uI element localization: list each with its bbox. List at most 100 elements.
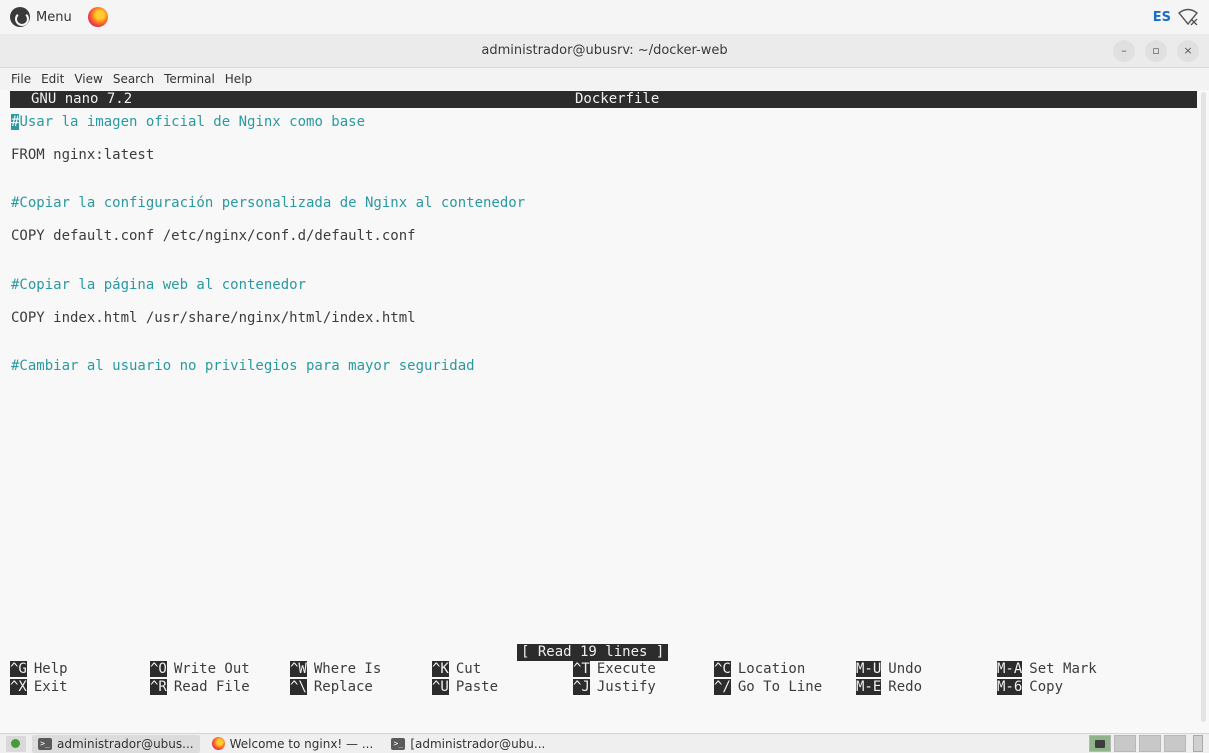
workspace-3[interactable] — [1139, 735, 1161, 752]
editor-line-text: #Copiar la configuración personalizada d… — [11, 195, 526, 212]
shortcut-key: ^O — [150, 661, 167, 677]
editor-comment-line: #Copiar la página web al contenedor — [11, 272, 1196, 305]
shortcut-key: ^C — [714, 661, 731, 677]
shortcut-key: M-U — [856, 661, 882, 677]
shortcut-label: Where Is — [313, 661, 382, 677]
shortcut-set-mark[interactable]: M-A Set Mark — [997, 661, 1097, 678]
shortcut-label: Location — [737, 661, 806, 677]
system-tray: ES — [1153, 0, 1199, 34]
shortcut-key: M-6 — [997, 678, 1023, 695]
terminal-area[interactable]: GNU nano 7.2 Dockerfile #Usar la imagen … — [0, 90, 1209, 733]
editor-line-text: #Usar la imagen oficial de Nginx como ba… — [11, 114, 366, 130]
shortcut-paste[interactable]: ^U Paste — [432, 678, 499, 696]
shortcut-write-out[interactable]: ^O Write Out — [150, 661, 250, 678]
keyboard-layout-indicator[interactable]: ES — [1153, 10, 1171, 25]
shortcut-key: ^K — [432, 661, 449, 677]
window-titlebar[interactable]: administrador@ubusrv: ~/docker-web – ▫ × — [0, 34, 1209, 68]
nano-shortcut-bar: ^G Help ^O Write Out ^W Where Is ^K Cut ^T Execut… — [10, 661, 1197, 697]
editor-code-line: COPY index.html /usr/share/nginx/html/in… — [11, 305, 1196, 338]
menu-label: Menu — [36, 9, 72, 25]
shortcut-label: Set Mark — [1029, 661, 1097, 677]
shortcut-label: Justify — [596, 678, 656, 695]
nano-version: GNU nano 7.2 — [31, 91, 133, 107]
editor-comment-line: #Cambiar al usuario no privilegios para … — [11, 353, 1196, 386]
workspace-4[interactable] — [1164, 735, 1186, 752]
shortcut-label: Paste — [455, 678, 499, 695]
menu-help[interactable]: Help — [225, 72, 252, 86]
network-icon[interactable] — [1177, 8, 1199, 26]
editor-comment-line: #Copiar la configuración personalizada d… — [11, 190, 1196, 223]
shortcut-key: M-E — [856, 678, 882, 695]
taskbar: >_ administrador@ubus... Welcome to ngin… — [0, 733, 1209, 753]
shortcut-exit[interactable]: ^X Exit — [10, 678, 68, 696]
shortcut-key: M-A — [997, 661, 1023, 677]
shortcut-label: Write Out — [173, 661, 250, 677]
menu-search[interactable]: Search — [113, 72, 154, 86]
taskbar-item-firefox[interactable]: Welcome to nginx! — ... — [206, 735, 380, 753]
terminal-icon: >_ — [391, 737, 406, 750]
menu-file[interactable]: File — [11, 72, 31, 86]
taskbar-item-terminal-1[interactable]: >_ administrador@ubus... — [32, 734, 200, 753]
shortcut-key: ^U — [432, 678, 449, 695]
maximize-button[interactable]: ▫ — [1145, 40, 1167, 62]
nano-filename: Dockerfile — [575, 91, 660, 107]
shortcut-key: ^G — [10, 661, 27, 677]
text-cursor: # — [11, 114, 20, 130]
shortcut-label: Cut — [455, 661, 482, 677]
shortcut-key: ^\ — [290, 678, 307, 695]
taskbar-item-label: Welcome to nginx! — ... — [229, 736, 374, 751]
menu-view[interactable]: View — [74, 72, 102, 86]
shortcut-label: Execute — [596, 661, 656, 677]
editor-line-text: FROM nginx:latest — [11, 146, 155, 163]
shortcut-label: Replace — [313, 678, 373, 695]
terminal-scrollbar[interactable] — [1201, 92, 1206, 722]
close-button[interactable]: × — [1177, 40, 1199, 62]
editor-line-text: #Copiar la página web al contenedor — [11, 276, 307, 293]
window-title: administrador@ubusrv: ~/docker-web — [481, 43, 728, 58]
window-controls: – ▫ × — [1113, 40, 1199, 62]
editor-line-text: #Cambiar al usuario no privilegios para … — [11, 358, 475, 375]
editor-line-text: COPY default.conf /etc/nginx/conf.d/defa… — [11, 228, 416, 245]
shortcut-location[interactable]: ^C Location — [714, 661, 805, 678]
shortcut-label: Read File — [173, 678, 250, 695]
minimize-button[interactable]: – — [1113, 40, 1135, 62]
trash-icon[interactable] — [1193, 735, 1203, 752]
firefox-icon — [211, 737, 225, 750]
shortcut-redo[interactable]: M-E Redo — [856, 678, 922, 696]
menu-terminal[interactable]: Terminal — [164, 72, 215, 86]
editor-blank-line — [11, 337, 1196, 353]
shortcut-undo[interactable]: M-U Undo — [856, 661, 922, 678]
editor-code-line: COPY default.conf /etc/nginx/conf.d/defa… — [11, 223, 1196, 256]
taskbar-menu-icon[interactable] — [6, 735, 26, 752]
shortcut-cut[interactable]: ^K Cut — [432, 661, 481, 678]
shortcut-execute[interactable]: ^T Execute — [573, 661, 656, 678]
shortcut-replace[interactable]: ^\ Replace — [290, 678, 373, 696]
nano-title-bar: GNU nano 7.2 Dockerfile — [10, 91, 1197, 108]
menu-button[interactable]: Menu — [10, 5, 108, 29]
shortcut-key: ^R — [150, 678, 167, 695]
workspace-2[interactable] — [1114, 735, 1136, 752]
editor-blank-line — [11, 256, 1196, 272]
shortcut-label: Help — [33, 661, 68, 677]
editor-code-line: FROM nginx:latest — [11, 142, 1196, 175]
taskbar-item-label: [administrador@ubu... — [410, 736, 546, 751]
top-panel: Menu ES — [0, 0, 1209, 34]
shortcut-copy[interactable]: M-6 Copy — [997, 678, 1063, 696]
shortcut-label: Undo — [888, 661, 923, 677]
firefox-icon[interactable] — [87, 7, 108, 27]
shortcut-where-is[interactable]: ^W Where Is — [290, 661, 381, 678]
shortcut-key: ^W — [290, 661, 307, 677]
shortcut-justify[interactable]: ^J Justify — [573, 678, 656, 696]
shortcut-go-to-line[interactable]: ^/ Go To Line — [714, 678, 822, 696]
shortcut-read-file[interactable]: ^R Read File — [150, 678, 250, 696]
workspace-1[interactable] — [1089, 735, 1111, 752]
menu-edit[interactable]: Edit — [41, 72, 64, 86]
mint-menu-icon — [10, 7, 30, 27]
shortcut-help[interactable]: ^G Help — [10, 661, 68, 678]
taskbar-item-terminal-2[interactable]: >_ [administrador@ubu... — [385, 735, 551, 753]
editor-comment-line: #Usar la imagen oficial de Nginx como ba… — [11, 109, 1196, 142]
shortcut-key: ^T — [573, 661, 590, 677]
nano-status-message: [ Read 19 lines ] — [517, 644, 669, 661]
workspace-switcher — [1089, 735, 1203, 752]
nano-editor[interactable]: #Usar la imagen oficial de Nginx como ba… — [11, 109, 1196, 386]
